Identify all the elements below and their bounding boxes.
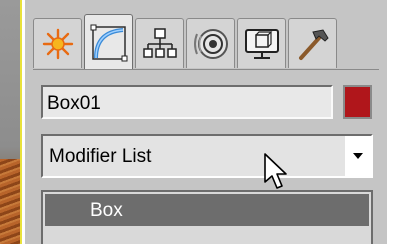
mouse-cursor-icon [264, 153, 287, 189]
chevron-down-icon [353, 153, 363, 159]
tab-create[interactable] [33, 18, 82, 68]
modifier-list-label: Modifier List [49, 146, 152, 167]
command-panel-tabs [33, 12, 383, 70]
tab-modify[interactable] [84, 14, 133, 70]
command-panel: Modifier List Box [25, 0, 387, 244]
stack-item-box[interactable]: Box [45, 194, 369, 226]
modifier-list-dropdown[interactable]: Modifier List [41, 134, 373, 178]
utilities-icon [298, 28, 329, 60]
hierarchy-icon [142, 27, 177, 58]
viewport-object-texture [0, 159, 20, 244]
panel-right-edge [387, 0, 403, 244]
modifier-stack: Box [41, 190, 373, 244]
tab-hierarchy[interactable] [135, 18, 184, 68]
tab-utilities[interactable] [288, 18, 337, 68]
viewport-edge [0, 0, 22, 244]
object-color-swatch[interactable] [343, 85, 372, 119]
tab-divider [33, 69, 379, 70]
tab-display[interactable] [237, 18, 286, 68]
object-name-field[interactable] [41, 85, 333, 119]
tab-motion[interactable] [186, 18, 235, 68]
dropdown-button[interactable] [345, 136, 371, 176]
motion-icon [193, 28, 228, 59]
stack-item-label: Box [90, 200, 123, 221]
display-icon [244, 28, 279, 59]
modify-icon [90, 24, 127, 61]
create-icon [42, 28, 73, 59]
